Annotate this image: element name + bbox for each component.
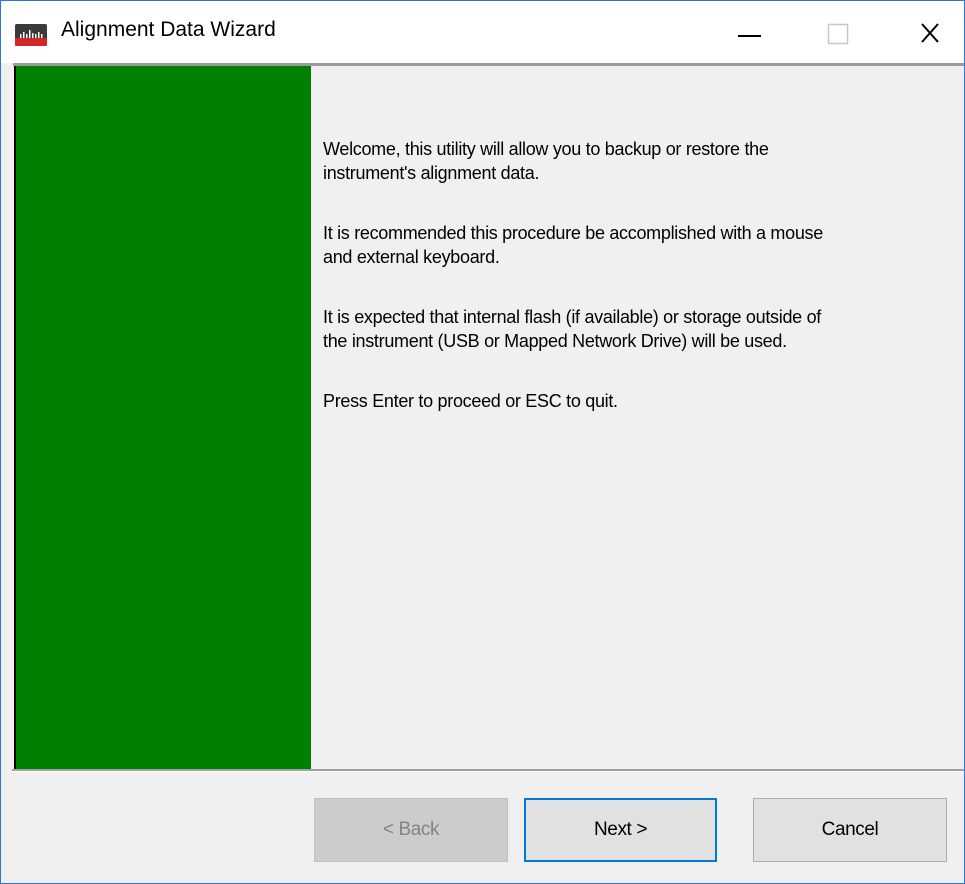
title-bar[interactable]: Alignment Data Wizard — [1, 1, 964, 63]
window-title: Alignment Data Wizard — [61, 18, 276, 41]
button-bar-separator — [12, 769, 964, 772]
cancel-button[interactable]: Cancel — [753, 798, 947, 862]
welcome-paragraph: Welcome, this utility will allow you to … — [323, 139, 769, 183]
storage-paragraph: It is expected that internal flash (if a… — [323, 307, 821, 351]
back-button[interactable]: < Back — [314, 798, 508, 862]
maximize-button[interactable] — [791, 1, 887, 63]
instrument-app-icon — [15, 24, 47, 46]
recommendation-paragraph: It is recommended this procedure be acco… — [323, 223, 823, 267]
instruction-paragraph: Press Enter to proceed or ESC to quit. — [323, 391, 618, 411]
window-left-edge — [1, 63, 12, 883]
welcome-text: Welcome, this utility will allow you to … — [323, 137, 953, 449]
close-button[interactable] — [882, 1, 964, 63]
minimize-button[interactable] — [701, 1, 797, 63]
wizard-side-panel — [14, 66, 311, 769]
next-button[interactable]: Next > — [524, 798, 717, 862]
wizard-window: Alignment Data Wizard Welcome, this util… — [0, 0, 965, 884]
